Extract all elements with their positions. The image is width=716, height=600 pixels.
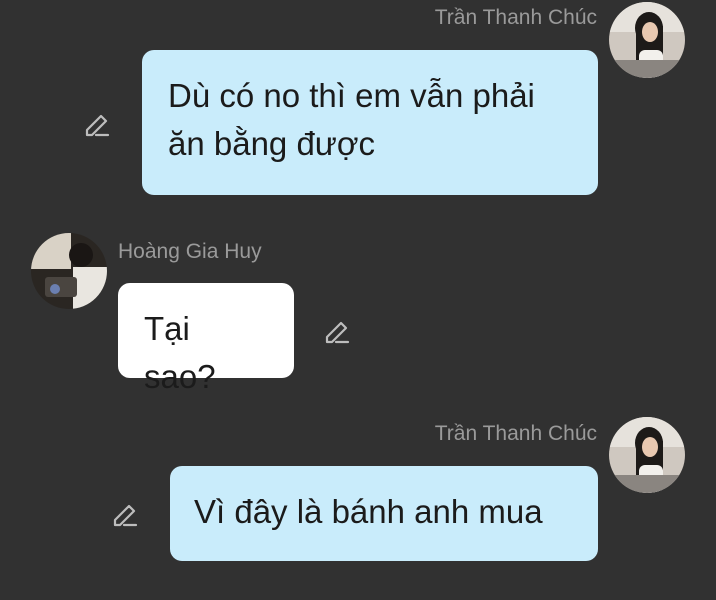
edit-pencil-icon[interactable]	[82, 110, 112, 140]
avatar[interactable]	[609, 417, 685, 493]
sender-name: Hoàng Gia Huy	[118, 240, 262, 263]
sender-name: Trần Thanh Chúc	[434, 422, 597, 445]
message-bubble[interactable]: Dù có no thì em vẫn phải ăn bằng được	[142, 50, 598, 195]
chat-thread: Trần Thanh Chúc Dù có no thì em vẫn phải…	[0, 0, 716, 600]
user-avatar-hoang-gia-huy-image	[31, 233, 107, 309]
message-text-line: Dù có no thì em vẫn phải	[168, 77, 535, 114]
message-text-line: ăn bằng được	[168, 125, 376, 162]
user-avatar-tran-thanh-chuc-image	[609, 2, 685, 78]
message-text-line: Tại sao?	[144, 310, 216, 395]
sender-name: Trần Thanh Chúc	[434, 6, 597, 29]
avatar[interactable]	[609, 2, 685, 78]
message-bubble[interactable]: Tại sao?	[118, 283, 294, 395]
message-text-line: Vì đây là bánh anh mua	[194, 493, 543, 530]
message-bubble[interactable]: Vì đây là bánh anh mua	[170, 466, 598, 561]
user-avatar-tran-thanh-chuc-image	[609, 417, 685, 493]
avatar[interactable]	[31, 233, 107, 309]
edit-pencil-icon[interactable]	[322, 317, 352, 347]
edit-pencil-icon[interactable]	[110, 500, 140, 530]
